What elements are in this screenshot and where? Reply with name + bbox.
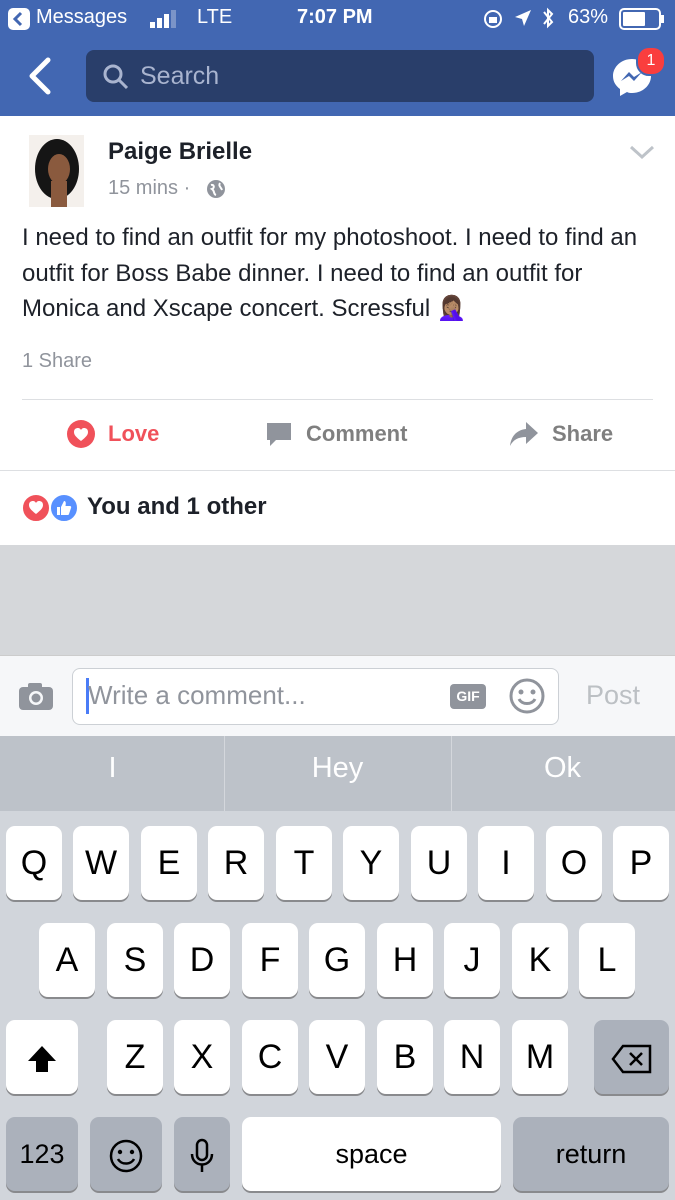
key-v[interactable]: V xyxy=(309,1020,365,1094)
microphone-icon xyxy=(190,1138,214,1173)
carrier-label[interactable]: Messages xyxy=(36,6,127,29)
camera-icon[interactable] xyxy=(18,681,54,716)
location-arrow-icon xyxy=(513,8,533,33)
share-icon xyxy=(510,422,538,446)
signal-strength-icon xyxy=(150,10,182,33)
key-z[interactable]: Z xyxy=(107,1020,163,1094)
clock: 7:07 PM xyxy=(297,6,373,28)
key-i[interactable]: I xyxy=(478,826,534,900)
space-key[interactable]: space xyxy=(242,1117,501,1191)
back-icon[interactable] xyxy=(24,56,56,101)
comment-placeholder: Write a comment... xyxy=(88,680,306,710)
search-placeholder: Search xyxy=(140,62,220,90)
shift-key[interactable] xyxy=(6,1020,78,1094)
gif-button[interactable]: GIF xyxy=(450,684,486,709)
network-type-label: LTE xyxy=(197,6,233,28)
love-label: Love xyxy=(108,421,160,446)
key-x[interactable]: X xyxy=(174,1020,230,1094)
love-button[interactable]: Love xyxy=(66,412,159,456)
search-icon xyxy=(102,63,130,96)
key-e[interactable]: E xyxy=(141,826,197,900)
suggestion-2[interactable]: Hey xyxy=(225,752,450,785)
key-u[interactable]: U xyxy=(411,826,467,900)
backspace-icon xyxy=(610,1044,651,1074)
key-h[interactable]: H xyxy=(377,923,433,997)
author-avatar[interactable] xyxy=(29,135,84,207)
comment-label: Comment xyxy=(306,421,408,446)
divider xyxy=(22,399,653,400)
shift-arrow-icon xyxy=(28,1046,56,1073)
key-p[interactable]: P xyxy=(613,826,669,900)
battery-icon xyxy=(619,8,665,35)
emoji-key[interactable] xyxy=(90,1117,162,1191)
key-c[interactable]: C xyxy=(242,1020,298,1094)
key-q[interactable]: Q xyxy=(6,826,62,900)
backspace-key[interactable] xyxy=(594,1020,669,1094)
key-l[interactable]: L xyxy=(579,923,635,997)
reactions-text[interactable]: You and 1 other xyxy=(87,493,267,521)
suggestion-3[interactable]: Ok xyxy=(450,752,675,785)
comment-icon xyxy=(267,423,291,446)
key-w[interactable]: W xyxy=(73,826,129,900)
key-a[interactable]: A xyxy=(39,923,95,997)
empty-comments-area xyxy=(0,545,675,655)
key-f[interactable]: F xyxy=(242,923,298,997)
meta-separator: · xyxy=(183,177,191,199)
key-n[interactable]: N xyxy=(444,1020,500,1094)
share-count[interactable]: 1 Share xyxy=(22,350,92,373)
love-icon xyxy=(67,420,95,448)
emoji-icon xyxy=(109,1139,143,1173)
post-text: I need to find an outfit for my photosho… xyxy=(22,224,638,322)
back-to-app-icon[interactable] xyxy=(8,8,30,30)
key-k[interactable]: K xyxy=(512,923,568,997)
sticker-smiley-icon[interactable] xyxy=(508,677,546,720)
key-r[interactable]: R xyxy=(208,826,264,900)
share-button[interactable]: Share xyxy=(508,412,613,456)
post-button[interactable]: Post xyxy=(586,680,640,711)
post-timestamp[interactable]: 15 mins · xyxy=(108,177,190,200)
facepalm-emoji: 🤦🏽‍♀️ xyxy=(436,295,467,322)
suggestion-1[interactable]: I xyxy=(0,752,225,785)
key-b[interactable]: B xyxy=(377,1020,433,1094)
comment-button[interactable]: Comment xyxy=(264,412,407,456)
love-like-reaction-icons xyxy=(21,493,79,523)
battery-percentage: 63% xyxy=(568,6,609,28)
bluetooth-icon xyxy=(541,6,555,35)
post-body: I need to find an outfit for my photosho… xyxy=(22,220,642,327)
key-o[interactable]: O xyxy=(546,826,602,900)
dictation-key[interactable] xyxy=(174,1117,230,1191)
key-y[interactable]: Y xyxy=(343,826,399,900)
numbers-key[interactable]: 123 xyxy=(6,1117,78,1191)
key-g[interactable]: G xyxy=(309,923,365,997)
share-label: Share xyxy=(552,421,614,446)
key-m[interactable]: M xyxy=(512,1020,568,1094)
globe-privacy-icon xyxy=(206,179,226,204)
notification-badge: 1 xyxy=(636,46,666,76)
key-s[interactable]: S xyxy=(107,923,163,997)
key-d[interactable]: D xyxy=(174,923,230,997)
key-j[interactable]: J xyxy=(444,923,500,997)
divider xyxy=(0,470,675,471)
chevron-down-icon[interactable] xyxy=(628,142,656,167)
return-key[interactable]: return xyxy=(513,1117,669,1191)
orientation-lock-icon xyxy=(482,8,504,35)
author-name[interactable]: Paige Brielle xyxy=(108,138,252,166)
post-time: 15 mins xyxy=(108,177,179,199)
key-t[interactable]: T xyxy=(276,826,332,900)
